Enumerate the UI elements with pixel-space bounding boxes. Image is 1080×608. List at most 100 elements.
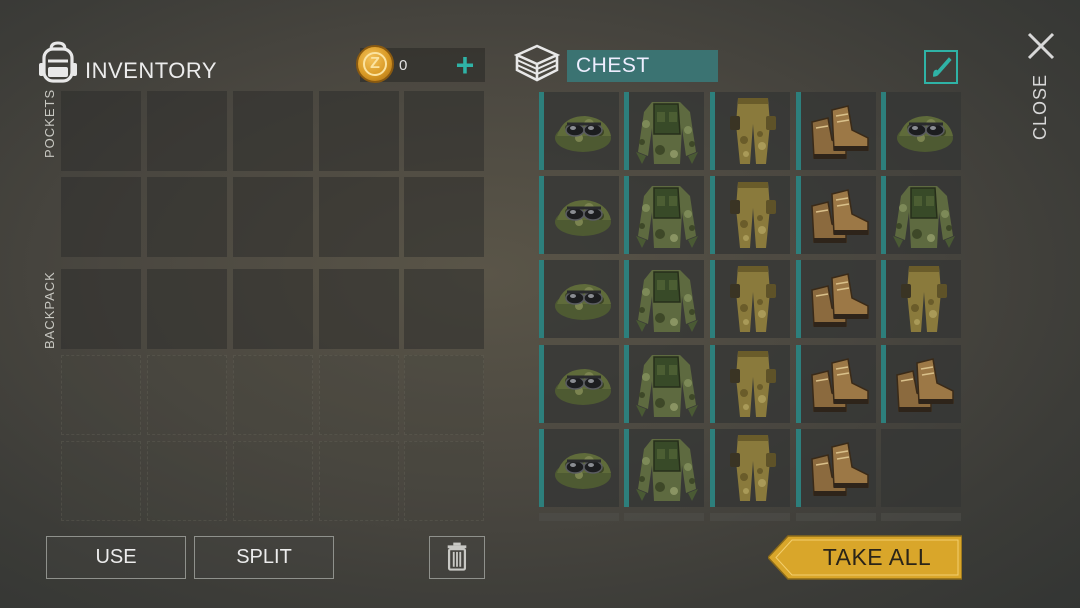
- chest-slot-boots[interactable]: [796, 429, 876, 507]
- slot-indicator: [710, 92, 715, 170]
- pocket-slot[interactable]: [147, 177, 227, 257]
- backpack-slot[interactable]: [233, 355, 313, 435]
- chest-slot-boots[interactable]: [881, 345, 961, 423]
- chest-icon: [514, 44, 560, 82]
- slot-indicator: [624, 260, 629, 338]
- backpack-slot[interactable]: [319, 441, 399, 521]
- backpack-slot[interactable]: [319, 269, 399, 349]
- pants-icon: [901, 266, 947, 332]
- close-button[interactable]: CLOSE: [1030, 74, 1051, 140]
- slot-indicator: [796, 345, 801, 423]
- chest-slot-pants[interactable]: [881, 260, 961, 338]
- chest-slot-pants[interactable]: [710, 345, 790, 423]
- slot-indicator: [710, 345, 715, 423]
- trash-icon: [447, 542, 467, 571]
- pants-icon: [730, 351, 776, 417]
- backpack-slot[interactable]: [61, 441, 141, 521]
- pocket-slot[interactable]: [61, 177, 141, 257]
- chest-slot-boots[interactable]: [796, 260, 876, 338]
- boots-icon: [811, 273, 869, 327]
- pocket-slot[interactable]: [147, 91, 227, 171]
- jacket-icon: [893, 186, 955, 248]
- pocket-slot[interactable]: [319, 91, 399, 171]
- pocket-slot[interactable]: [319, 177, 399, 257]
- backpack-slot[interactable]: [147, 269, 227, 349]
- chest-slot-pants[interactable]: [710, 176, 790, 254]
- chest-slot-jacket[interactable]: [881, 176, 961, 254]
- slot-indicator: [539, 429, 544, 507]
- cap-icon: [555, 200, 611, 236]
- backpack-label: BACKPACK: [42, 271, 57, 349]
- use-button[interactable]: USE: [46, 536, 186, 579]
- cap-icon: [555, 284, 611, 320]
- backpack-slot[interactable]: [319, 355, 399, 435]
- pocket-slot[interactable]: [233, 177, 313, 257]
- coin-icon: Z: [356, 45, 394, 83]
- chest-slot-cap[interactable]: [539, 429, 619, 507]
- trash-button[interactable]: [429, 536, 485, 579]
- slot-indicator: [539, 176, 544, 254]
- split-button[interactable]: SPLIT: [194, 536, 334, 579]
- chest-slot-boots[interactable]: [796, 92, 876, 170]
- chest-title: CHEST: [567, 50, 718, 82]
- jacket-icon: [636, 439, 698, 501]
- jacket-icon: [636, 270, 698, 332]
- pockets-label: POCKETS: [42, 88, 57, 158]
- chest-slot-cap[interactable]: [881, 92, 961, 170]
- backpack-slot[interactable]: [404, 269, 484, 349]
- backpack-slot[interactable]: [61, 355, 141, 435]
- coin-count: 0: [399, 57, 408, 74]
- chest-slot-jacket[interactable]: [624, 92, 704, 170]
- slot-indicator: [796, 92, 801, 170]
- chest-slot-jacket[interactable]: [624, 345, 704, 423]
- chest-slot-partial: [796, 513, 876, 521]
- slot-indicator: [710, 260, 715, 338]
- slot-indicator: [796, 429, 801, 507]
- pocket-slot[interactable]: [404, 177, 484, 257]
- pants-icon: [730, 435, 776, 501]
- cap-icon: [555, 369, 611, 405]
- chest-slot-empty[interactable]: [881, 429, 961, 507]
- pocket-slot[interactable]: [61, 91, 141, 171]
- sort-brush-icon[interactable]: [924, 50, 958, 84]
- backpack-slot[interactable]: [233, 441, 313, 521]
- chest-slot-cap[interactable]: [539, 176, 619, 254]
- slot-indicator: [539, 92, 544, 170]
- pants-icon: [730, 182, 776, 248]
- chest-slot-pants[interactable]: [710, 92, 790, 170]
- inventory-title: INVENTORY: [85, 58, 218, 83]
- chest-slot-jacket[interactable]: [624, 429, 704, 507]
- slot-indicator: [624, 92, 629, 170]
- add-coins-button[interactable]: +: [452, 49, 478, 81]
- jacket-icon: [636, 102, 698, 164]
- jacket-icon: [636, 186, 698, 248]
- chest-slot-cap[interactable]: [539, 92, 619, 170]
- pocket-slot[interactable]: [233, 91, 313, 171]
- slot-indicator: [539, 345, 544, 423]
- chest-slot-partial: [624, 513, 704, 521]
- chest-slot-jacket[interactable]: [624, 176, 704, 254]
- chest-slot-boots[interactable]: [796, 345, 876, 423]
- cap-icon: [555, 116, 611, 152]
- chest-slot-partial: [539, 513, 619, 521]
- backpack-slot[interactable]: [147, 441, 227, 521]
- backpack-slot[interactable]: [61, 269, 141, 349]
- chest-slot-cap[interactable]: [539, 260, 619, 338]
- slot-indicator: [710, 429, 715, 507]
- pocket-slot[interactable]: [404, 91, 484, 171]
- chest-slot-pants[interactable]: [710, 260, 790, 338]
- slot-indicator: [624, 345, 629, 423]
- boots-icon: [811, 105, 869, 159]
- backpack-icon: [39, 41, 77, 83]
- slot-indicator: [881, 345, 886, 423]
- backpack-slot[interactable]: [404, 441, 484, 521]
- backpack-slot[interactable]: [233, 269, 313, 349]
- backpack-slot[interactable]: [404, 355, 484, 435]
- slot-indicator: [624, 176, 629, 254]
- backpack-slot[interactable]: [147, 355, 227, 435]
- chest-slot-boots[interactable]: [796, 176, 876, 254]
- close-icon[interactable]: [1025, 30, 1057, 62]
- chest-slot-jacket[interactable]: [624, 260, 704, 338]
- chest-slot-pants[interactable]: [710, 429, 790, 507]
- chest-slot-cap[interactable]: [539, 345, 619, 423]
